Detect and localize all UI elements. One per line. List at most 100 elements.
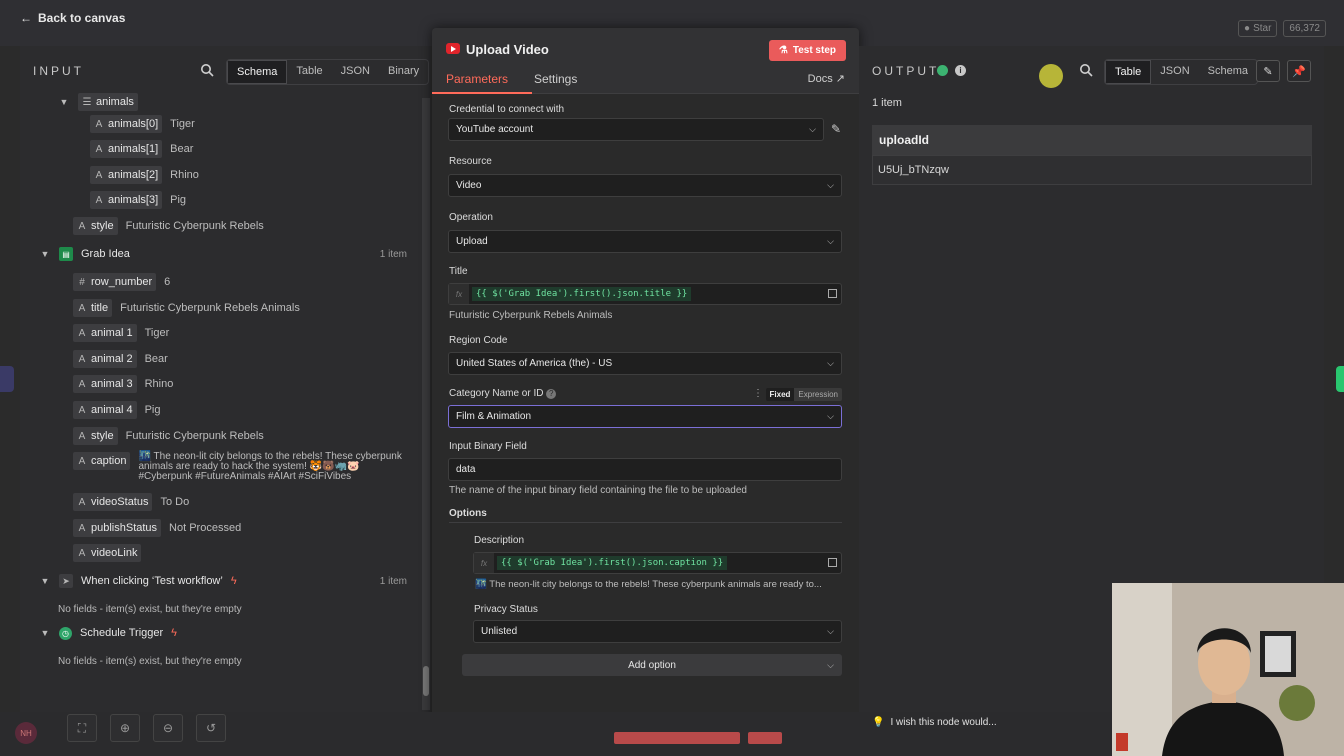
presenter-video-frame xyxy=(1112,583,1344,756)
pencil-icon[interactable]: ✎ xyxy=(831,122,841,136)
text-type-icon: A xyxy=(95,143,103,155)
text-type-icon: A xyxy=(78,547,86,559)
fit-view-button[interactable]: ⛶ xyxy=(67,714,97,742)
info-icon[interactable]: i xyxy=(955,65,966,76)
chevron-down-icon: ⌵ xyxy=(809,124,816,134)
github-icon: ● xyxy=(1244,23,1251,34)
schedule-trigger-node-row[interactable]: ▼ ◷ Schedule Trigger ϟ xyxy=(39,623,177,643)
tab-table[interactable]: Table xyxy=(1105,60,1152,84)
undo-icon: ↺ xyxy=(205,721,217,735)
github-widget[interactable]: ● Star 66,372 xyxy=(1238,20,1326,37)
text-type-icon: A xyxy=(78,496,86,508)
tab-json[interactable]: JSON xyxy=(332,60,379,84)
input-scrollbar-thumb[interactable] xyxy=(423,666,429,696)
node-title[interactable]: Upload Video xyxy=(466,42,549,57)
expand-icon[interactable] xyxy=(828,558,837,567)
right-edge-tab[interactable] xyxy=(1336,366,1344,392)
description-preview: 🌃 The neon-lit city belongs to the rebel… xyxy=(475,579,822,590)
binary-field-input[interactable]: data xyxy=(448,458,842,481)
text-type-icon: A xyxy=(95,194,103,206)
pin-icon: 📌 xyxy=(1292,65,1306,78)
more-vertical-icon[interactable]: ⋮ xyxy=(753,388,763,399)
tab-schema[interactable]: Schema xyxy=(1199,60,1257,84)
avatar[interactable]: NH xyxy=(15,722,37,744)
list-item: # row_number 6 xyxy=(73,272,170,292)
test-workflow-node-row[interactable]: ▼ ➤ When clicking ‘Test workflow’ ϟ 1 it… xyxy=(39,571,419,591)
fixed-option[interactable]: Fixed xyxy=(765,388,795,401)
github-star-button[interactable]: ● Star xyxy=(1238,20,1278,37)
list-item: Aanimal 2 Bear xyxy=(73,349,168,369)
text-type-icon: A xyxy=(95,118,103,130)
test-step-button[interactable]: ⚗ Test step xyxy=(768,40,846,61)
add-option-button[interactable]: Add option ⌵ xyxy=(462,654,842,676)
animals-group-row[interactable]: ▼ ☰ animals xyxy=(58,92,138,112)
chevron-down-icon[interactable]: ▼ xyxy=(39,628,51,638)
stop-button[interactable] xyxy=(748,732,782,744)
list-item: Aanimals[1] Bear xyxy=(90,139,193,159)
operation-select[interactable]: Upload ⌵ xyxy=(448,230,842,253)
privacy-select[interactable]: Unlisted ⌵ xyxy=(473,620,842,643)
text-type-icon: A xyxy=(78,220,86,232)
description-expression-input[interactable]: fx {{ $('Grab Idea').first().json.captio… xyxy=(473,552,842,574)
chevron-down-icon: ⌵ xyxy=(827,180,834,190)
lightning-icon: ϟ xyxy=(171,627,177,639)
zoom-in-icon: ⊕ xyxy=(119,721,131,735)
feedback-link[interactable]: 💡 I wish this node would... xyxy=(872,717,997,728)
category-select[interactable]: Film & Animation ⌵ xyxy=(448,405,842,428)
input-scrollbar[interactable] xyxy=(422,98,430,710)
chevron-down-icon[interactable]: ▼ xyxy=(39,576,51,586)
region-select[interactable]: United States of America (the) - US ⌵ xyxy=(448,352,842,375)
title-label: Title xyxy=(449,266,468,277)
description-label: Description xyxy=(474,535,525,546)
expand-icon[interactable] xyxy=(828,289,837,298)
list-item: AvideoStatus To Do xyxy=(73,492,189,512)
fixed-expression-toggle[interactable]: Fixed Expression xyxy=(765,388,842,401)
title-expression-input[interactable]: fx {{ $('Grab Idea').first().json.title … xyxy=(448,283,842,305)
left-edge-globe-tab[interactable] xyxy=(0,366,14,392)
output-item-count: 1 item xyxy=(872,97,902,109)
divider xyxy=(449,522,842,523)
operation-label: Operation xyxy=(449,212,493,223)
zoom-out-button[interactable]: ⊖ xyxy=(153,714,183,742)
table-header-uploadid: uploadId xyxy=(872,125,1312,155)
table-cell[interactable]: U5Uj_bTNzqw xyxy=(872,155,1312,185)
pin-data-button[interactable]: 📌 xyxy=(1287,60,1311,82)
zoom-out-icon: ⊖ xyxy=(162,721,174,735)
reset-zoom-button[interactable]: ↺ xyxy=(196,714,226,742)
list-item: Aanimal 3 Rhino xyxy=(73,374,173,394)
tab-table[interactable]: Table xyxy=(287,60,331,84)
options-label: Options xyxy=(449,508,487,519)
edit-output-button[interactable]: ✎ xyxy=(1256,60,1280,82)
category-label: Category Name or ID ? xyxy=(449,388,557,399)
chevron-down-icon[interactable]: ▼ xyxy=(39,249,51,259)
title-preview: Futuristic Cyberpunk Rebels Animals xyxy=(449,310,613,321)
text-type-icon: A xyxy=(78,430,86,442)
tab-binary[interactable]: Binary xyxy=(379,60,428,84)
pointer-icon: ➤ xyxy=(59,574,73,588)
chevron-down-icon[interactable]: ▼ xyxy=(58,97,70,107)
resource-select[interactable]: Video ⌵ xyxy=(448,174,842,197)
tab-schema[interactable]: Schema xyxy=(227,60,288,84)
expression-option[interactable]: Expression xyxy=(794,388,842,401)
text-type-icon: A xyxy=(78,353,86,365)
credential-label: Credential to connect with xyxy=(449,104,565,115)
tab-json[interactable]: JSON xyxy=(1151,60,1198,84)
back-to-canvas-link[interactable]: ← Back to canvas xyxy=(20,11,125,25)
list-item: Aanimal 4 Pig xyxy=(73,400,160,420)
zoom-in-button[interactable]: ⊕ xyxy=(110,714,140,742)
grab-idea-node-row[interactable]: ▼ ▤ Grab Idea 1 item xyxy=(39,244,419,264)
search-icon[interactable] xyxy=(200,63,214,77)
search-icon[interactable] xyxy=(1079,63,1093,77)
clock-icon: ◷ xyxy=(59,626,72,640)
list-item: Aanimal 1 Tiger xyxy=(73,323,169,343)
tab-parameters[interactable]: Parameters xyxy=(446,72,508,86)
output-table: uploadId U5Uj_bTNzqw xyxy=(872,125,1312,185)
credential-select[interactable]: YouTube account ⌵ xyxy=(448,118,824,141)
help-icon[interactable]: ? xyxy=(546,389,557,399)
chevron-down-icon: ⌵ xyxy=(827,411,834,421)
tab-settings[interactable]: Settings xyxy=(534,72,577,86)
test-workflow-button[interactable] xyxy=(614,732,740,744)
list-item: ApublishStatus Not Processed xyxy=(73,518,241,538)
google-sheets-icon: ▤ xyxy=(59,247,73,261)
docs-link[interactable]: Docs ↗ xyxy=(808,72,845,85)
